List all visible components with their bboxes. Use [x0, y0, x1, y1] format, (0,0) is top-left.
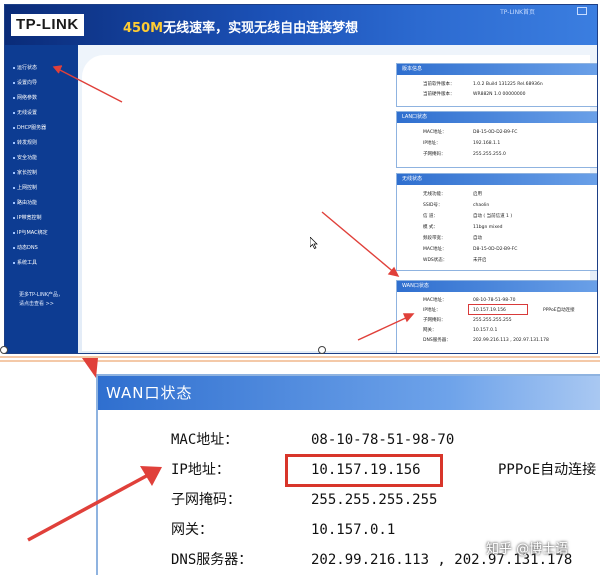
arrow-to-status-menu	[52, 65, 123, 103]
arrow-to-wan-panel	[321, 211, 400, 278]
tutorial-image: TP-LINK 450M无线速率，实现无线自由连接梦想 TP-LINK首页 运行…	[0, 0, 600, 575]
annotation-arrows	[27, 65, 415, 542]
arrow-down-zoom	[82, 358, 98, 378]
arrow-to-zoom-ip	[27, 466, 162, 542]
arrow-to-ip-row	[357, 313, 415, 341]
